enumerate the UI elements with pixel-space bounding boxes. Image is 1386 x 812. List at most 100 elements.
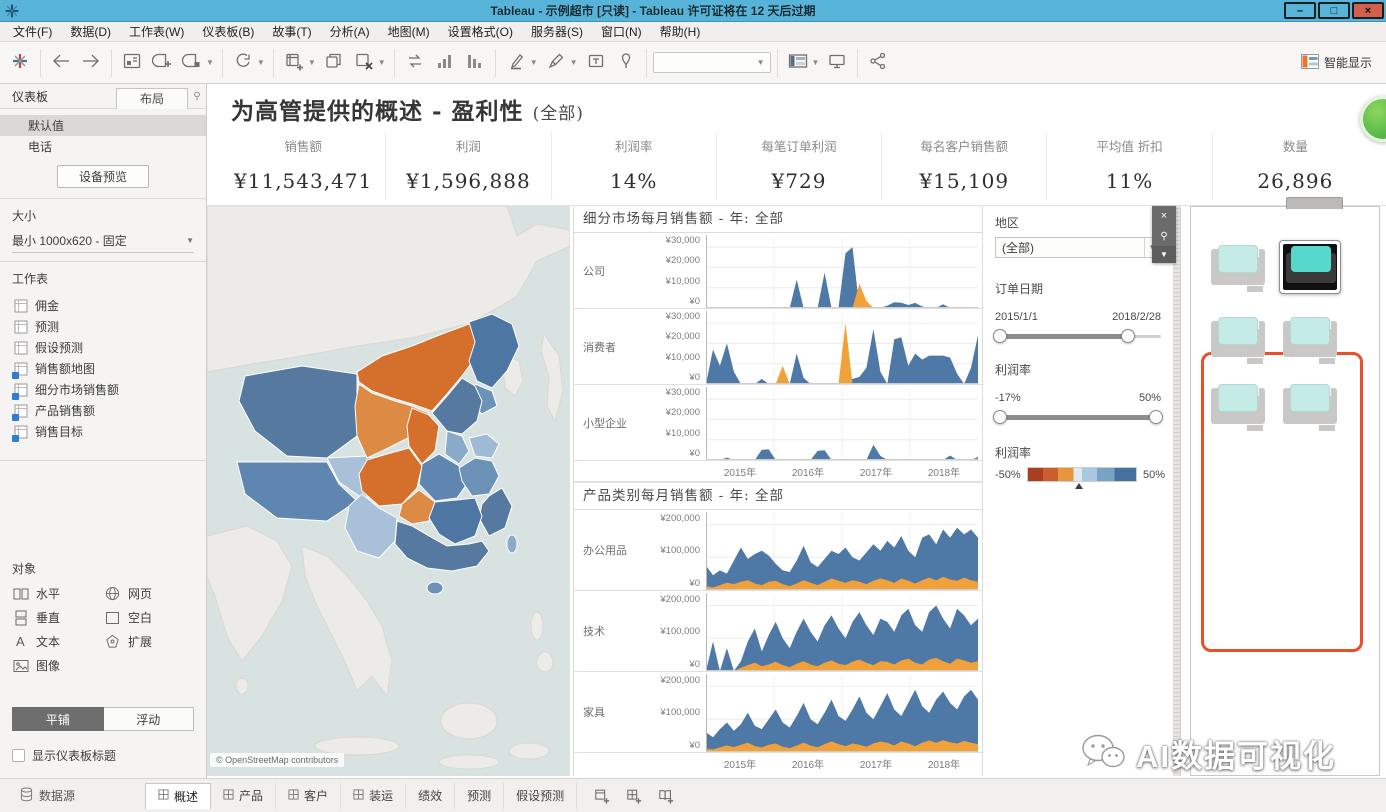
- slider-handle-right[interactable]: [1121, 329, 1135, 343]
- kpi-cell[interactable]: 每名客户销售额¥15,109: [882, 132, 1047, 200]
- tab-layout[interactable]: 布局: [116, 88, 188, 109]
- floating-button[interactable]: 浮动: [104, 707, 195, 731]
- show-dashboard-title-checkbox[interactable]: [12, 749, 25, 762]
- chevron-down-icon[interactable]: ▼: [570, 58, 578, 67]
- fit-selector[interactable]: ▼: [653, 52, 771, 73]
- order-date-slider[interactable]: [995, 329, 1161, 343]
- menu-item[interactable]: 窗口(N): [592, 21, 651, 42]
- sheet-tab-绩效[interactable]: 绩效: [406, 783, 455, 809]
- show-me-button[interactable]: 智能显示: [1301, 54, 1372, 72]
- restore-button[interactable]: □: [1318, 2, 1350, 19]
- menu-item[interactable]: 文件(F): [4, 21, 61, 42]
- trellis-row[interactable]: 技术¥200,000¥100,000¥0: [574, 591, 982, 672]
- pin-icon[interactable]: ⚲: [1152, 226, 1176, 246]
- close-button[interactable]: ×: [1352, 2, 1384, 19]
- sheet-tab-产品[interactable]: 产品: [211, 783, 276, 809]
- data-source-tab[interactable]: 数据源: [10, 783, 85, 809]
- scrollbar[interactable]: [1173, 206, 1180, 776]
- chevron-down-icon[interactable]: ▼: [812, 58, 820, 67]
- sheet-tab-装运[interactable]: 装运: [341, 783, 406, 809]
- show-cards-button[interactable]: [784, 49, 812, 77]
- trellis-row[interactable]: 办公用品¥200,000¥100,000¥0: [574, 510, 982, 591]
- highlight-button[interactable]: [502, 49, 530, 77]
- clear-sheet-button[interactable]: [350, 49, 378, 77]
- presentation-button[interactable]: [823, 49, 851, 77]
- panel-grip-tab[interactable]: [1286, 197, 1343, 209]
- new-worksheet-button[interactable]: [280, 49, 308, 77]
- worksheet-list-item[interactable]: 销售额地图: [12, 358, 194, 379]
- start-page-button[interactable]: [118, 49, 146, 77]
- swap-axes-button[interactable]: [401, 49, 429, 77]
- object-item-水平[interactable]: 水平: [12, 585, 104, 602]
- pin-pane-icon[interactable]: ⚲: [188, 91, 206, 102]
- duplicate-button[interactable]: [320, 49, 348, 77]
- trellis-row[interactable]: 消费者¥30,000¥20,000¥10,000¥0: [574, 309, 982, 385]
- pin-button[interactable]: [612, 49, 640, 77]
- chevron-down-icon[interactable]: ▼: [308, 58, 316, 67]
- save-button[interactable]: [148, 49, 176, 77]
- sort-descending-button[interactable]: [461, 49, 489, 77]
- menu-item[interactable]: 分析(A): [321, 21, 379, 42]
- menu-item[interactable]: 服务器(S): [522, 21, 592, 42]
- tableau-logo-button[interactable]: [6, 49, 34, 77]
- device-preview-button[interactable]: 设备预览: [57, 165, 149, 188]
- kpi-cell[interactable]: 平均值 折扣11%: [1047, 132, 1212, 200]
- text-label-button[interactable]: [582, 49, 610, 77]
- format-brush-button[interactable]: [542, 49, 570, 77]
- kpi-cell[interactable]: 数量26,896: [1213, 132, 1378, 200]
- menu-item[interactable]: 故事(T): [263, 21, 320, 42]
- worksheet-list-item[interactable]: 假设预测: [12, 337, 194, 358]
- menu-item[interactable]: 地图(M): [379, 21, 439, 42]
- trellis-row[interactable]: 家具¥200,000¥100,000¥0: [574, 672, 982, 753]
- menu-item[interactable]: 帮助(H): [651, 21, 710, 42]
- kpi-cell[interactable]: 每笔订单利润¥729: [717, 132, 882, 200]
- tab-dashboard[interactable]: 仪表板: [12, 88, 48, 105]
- device-list-item[interactable]: 默认值: [0, 115, 206, 136]
- device-thumbnail[interactable]: [1283, 384, 1337, 428]
- segment-monthly-sales-chart[interactable]: 细分市场每月销售额 - 年: 全部公司¥30,000¥20,000¥10,000…: [574, 206, 982, 483]
- chevron-down-icon[interactable]: ▼: [1152, 246, 1176, 263]
- new-story-button[interactable]: [655, 785, 677, 807]
- chevron-down-icon[interactable]: ▼: [378, 58, 386, 67]
- slider-handle-left[interactable]: [993, 410, 1007, 424]
- device-list-item[interactable]: 电话: [0, 136, 206, 157]
- object-item-空白[interactable]: 空白: [104, 609, 194, 626]
- region-filter-dropdown[interactable]: (全部) ▼: [995, 237, 1161, 258]
- close-icon[interactable]: ×: [1152, 206, 1176, 226]
- worksheet-list-item[interactable]: 产品销售额: [12, 400, 194, 421]
- object-item-垂直[interactable]: 垂直: [12, 609, 104, 626]
- object-item-图像[interactable]: 图像: [12, 657, 104, 674]
- slider-handle-right[interactable]: [1149, 410, 1163, 424]
- sheet-tab-预测[interactable]: 预测: [455, 783, 504, 809]
- device-thumbnail[interactable]: [1211, 317, 1265, 361]
- trellis-row[interactable]: 小型企业¥30,000¥20,000¥10,000¥0: [574, 385, 982, 461]
- save-data-button[interactable]: [178, 49, 206, 77]
- menu-item[interactable]: 数据(D): [61, 21, 120, 42]
- chevron-down-icon[interactable]: ▼: [530, 58, 538, 67]
- size-dropdown[interactable]: 最小 1000x620 - 固定 ▼: [12, 232, 194, 253]
- refresh-button[interactable]: [229, 49, 257, 77]
- worksheet-list-item[interactable]: 细分市场销售额: [12, 379, 194, 400]
- menu-item[interactable]: 工作表(W): [120, 21, 193, 42]
- new-dashboard-button[interactable]: [623, 785, 645, 807]
- forward-arrow-button[interactable]: [77, 49, 105, 77]
- sheet-tab-假设预测[interactable]: 假设预测: [504, 783, 577, 809]
- slider-handle-left[interactable]: [993, 329, 1007, 343]
- chevron-down-icon[interactable]: ▼: [206, 58, 214, 67]
- kpi-cell[interactable]: 利润率14%: [552, 132, 717, 200]
- device-thumbnail-selected[interactable]: [1279, 240, 1341, 294]
- object-item-扩展[interactable]: 扩展: [104, 633, 194, 650]
- sheet-tab-客户[interactable]: 客户: [276, 783, 341, 809]
- sales-map[interactable]: © OpenStreetMap contributors: [207, 206, 570, 776]
- back-arrow-button[interactable]: [47, 49, 75, 77]
- object-item-文本[interactable]: A文本: [12, 633, 104, 650]
- new-worksheet-button[interactable]: [591, 785, 613, 807]
- trellis-row[interactable]: 公司¥30,000¥20,000¥10,000¥0: [574, 233, 982, 309]
- device-thumbnail[interactable]: [1211, 384, 1265, 428]
- device-thumbnail[interactable]: [1283, 317, 1337, 361]
- kpi-cell[interactable]: 销售额¥11,543,471: [221, 132, 386, 200]
- sort-ascending-button[interactable]: [431, 49, 459, 77]
- worksheet-list-item[interactable]: 预测: [12, 316, 194, 337]
- worksheet-list-item[interactable]: 佣金: [12, 295, 194, 316]
- menu-item[interactable]: 设置格式(O): [439, 21, 522, 42]
